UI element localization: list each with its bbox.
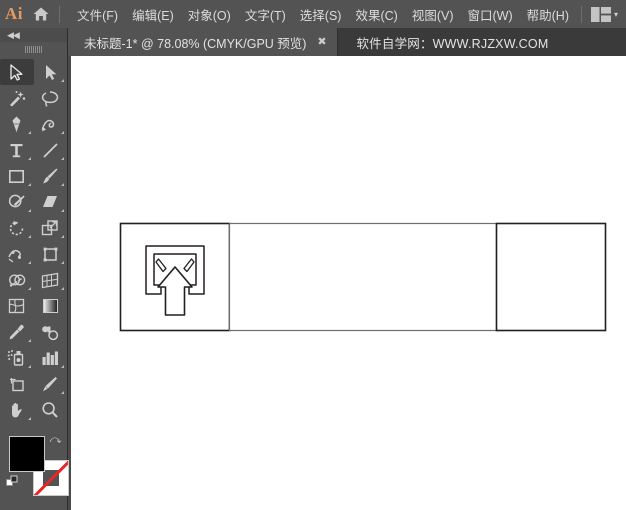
- watermark-text: 软件自学网：WWW.RJZXW.COM: [356, 36, 549, 51]
- tool-row: [0, 163, 67, 189]
- width-tool[interactable]: [0, 241, 34, 267]
- scale-tool[interactable]: [34, 215, 68, 241]
- tool-row: [0, 371, 67, 397]
- document-tab-label: 未标题-1* @ 78.08% (CMYK/GPU 预览): [84, 36, 307, 51]
- mesh-tool[interactable]: [0, 293, 34, 319]
- rotate-tool[interactable]: [0, 215, 34, 241]
- document-tab-active[interactable]: 未标题-1* @ 78.08% (CMYK/GPU 预览) ✖: [68, 28, 339, 56]
- selection-tool[interactable]: [0, 59, 34, 85]
- menu-select[interactable]: 选择(S): [293, 1, 349, 28]
- shaper-tool[interactable]: [0, 189, 34, 215]
- tool-row: [0, 189, 67, 215]
- ai-logo: Ai: [4, 4, 23, 23]
- line-segment-tool[interactable]: [34, 137, 68, 163]
- tool-row: [0, 293, 67, 319]
- tool-row: [0, 137, 67, 163]
- swap-fill-stroke-icon[interactable]: ⤺: [50, 434, 62, 447]
- middle-rectangle: [228, 222, 498, 332]
- type-tool[interactable]: [0, 137, 34, 163]
- zoom-tool[interactable]: [34, 397, 68, 423]
- gradient-tool[interactable]: [34, 293, 68, 319]
- pen-tool[interactable]: [0, 111, 34, 137]
- menu-view[interactable]: 视图(V): [405, 1, 461, 28]
- artboard-canvas[interactable]: [68, 56, 626, 510]
- shape-builder-tool[interactable]: [0, 267, 34, 293]
- fill-swatch[interactable]: [9, 436, 45, 472]
- curvature-tool[interactable]: [34, 111, 68, 137]
- menubar-right: ▾: [576, 5, 626, 23]
- document-tab-bar: 未标题-1* @ 78.08% (CMYK/GPU 预览) ✖ 软件自学网：WW…: [0, 28, 626, 56]
- close-icon[interactable]: ✖: [315, 36, 328, 49]
- tool-row: [0, 241, 67, 267]
- tool-row: [0, 59, 67, 85]
- right-square: [495, 222, 607, 332]
- tools-panel-header: ◀◀: [0, 28, 67, 42]
- blend-tool[interactable]: [34, 319, 68, 345]
- menu-items: 文件(F) 编辑(E) 对象(O) 文字(T) 选择(S) 效果(C) 视图(V…: [70, 1, 576, 28]
- tool-row: [0, 111, 67, 137]
- paintbrush-tool[interactable]: [34, 163, 68, 189]
- column-graph-tool[interactable]: [34, 345, 68, 371]
- tool-row: [0, 345, 67, 371]
- tool-row: [0, 397, 67, 423]
- menu-type[interactable]: 文字(T): [238, 1, 293, 28]
- tools-list: [0, 56, 67, 423]
- menu-help[interactable]: 帮助(H): [520, 1, 576, 28]
- magic-wand-tool[interactable]: [0, 85, 34, 111]
- hand-tool[interactable]: [0, 397, 34, 423]
- collapse-panel-icon[interactable]: ◀◀: [7, 30, 20, 41]
- menu-bar: Ai 文件(F) 编辑(E) 对象(O) 文字(T) 选择(S) 效果(C) 视…: [0, 0, 626, 28]
- menu-window[interactable]: 窗口(W): [461, 1, 520, 28]
- menubar-right-divider: [580, 5, 582, 23]
- illustrator-window: Ai 文件(F) 编辑(E) 对象(O) 文字(T) 选择(S) 效果(C) 视…: [0, 0, 626, 510]
- menu-effect[interactable]: 效果(C): [348, 1, 404, 28]
- eraser-tool[interactable]: [34, 189, 68, 215]
- artboard-tool[interactable]: [0, 371, 34, 397]
- free-transform-tool[interactable]: [34, 241, 68, 267]
- symbol-sprayer-tool[interactable]: [0, 345, 34, 371]
- direct-selection-tool[interactable]: [34, 59, 68, 85]
- slice-tool[interactable]: [34, 371, 68, 397]
- chevron-down-icon: ▾: [613, 9, 618, 19]
- workspace-switcher-icon[interactable]: ▾: [587, 6, 622, 22]
- tool-row: [0, 85, 67, 111]
- home-icon[interactable]: [28, 6, 54, 22]
- default-fill-stroke-icon[interactable]: [6, 475, 20, 494]
- lasso-tool[interactable]: [34, 85, 68, 111]
- perspective-grid-tool[interactable]: [34, 267, 68, 293]
- tools-panel-grip[interactable]: [0, 42, 67, 56]
- rectangle-tool[interactable]: [0, 163, 34, 189]
- fill-stroke-swatches: ⤺: [0, 432, 69, 496]
- tool-row: [0, 319, 67, 345]
- canvas-artwork: [119, 222, 607, 332]
- canvas-left-edge: [68, 56, 71, 510]
- menu-edit[interactable]: 编辑(E): [125, 1, 181, 28]
- menu-file[interactable]: 文件(F): [70, 1, 125, 28]
- tool-row: [0, 215, 67, 241]
- eyedropper-tool[interactable]: [0, 319, 34, 345]
- tools-panel: ◀◀ ⤺: [0, 28, 69, 510]
- menu-object[interactable]: 对象(O): [181, 1, 238, 28]
- menu-divider: [59, 5, 61, 23]
- tool-row: [0, 267, 67, 293]
